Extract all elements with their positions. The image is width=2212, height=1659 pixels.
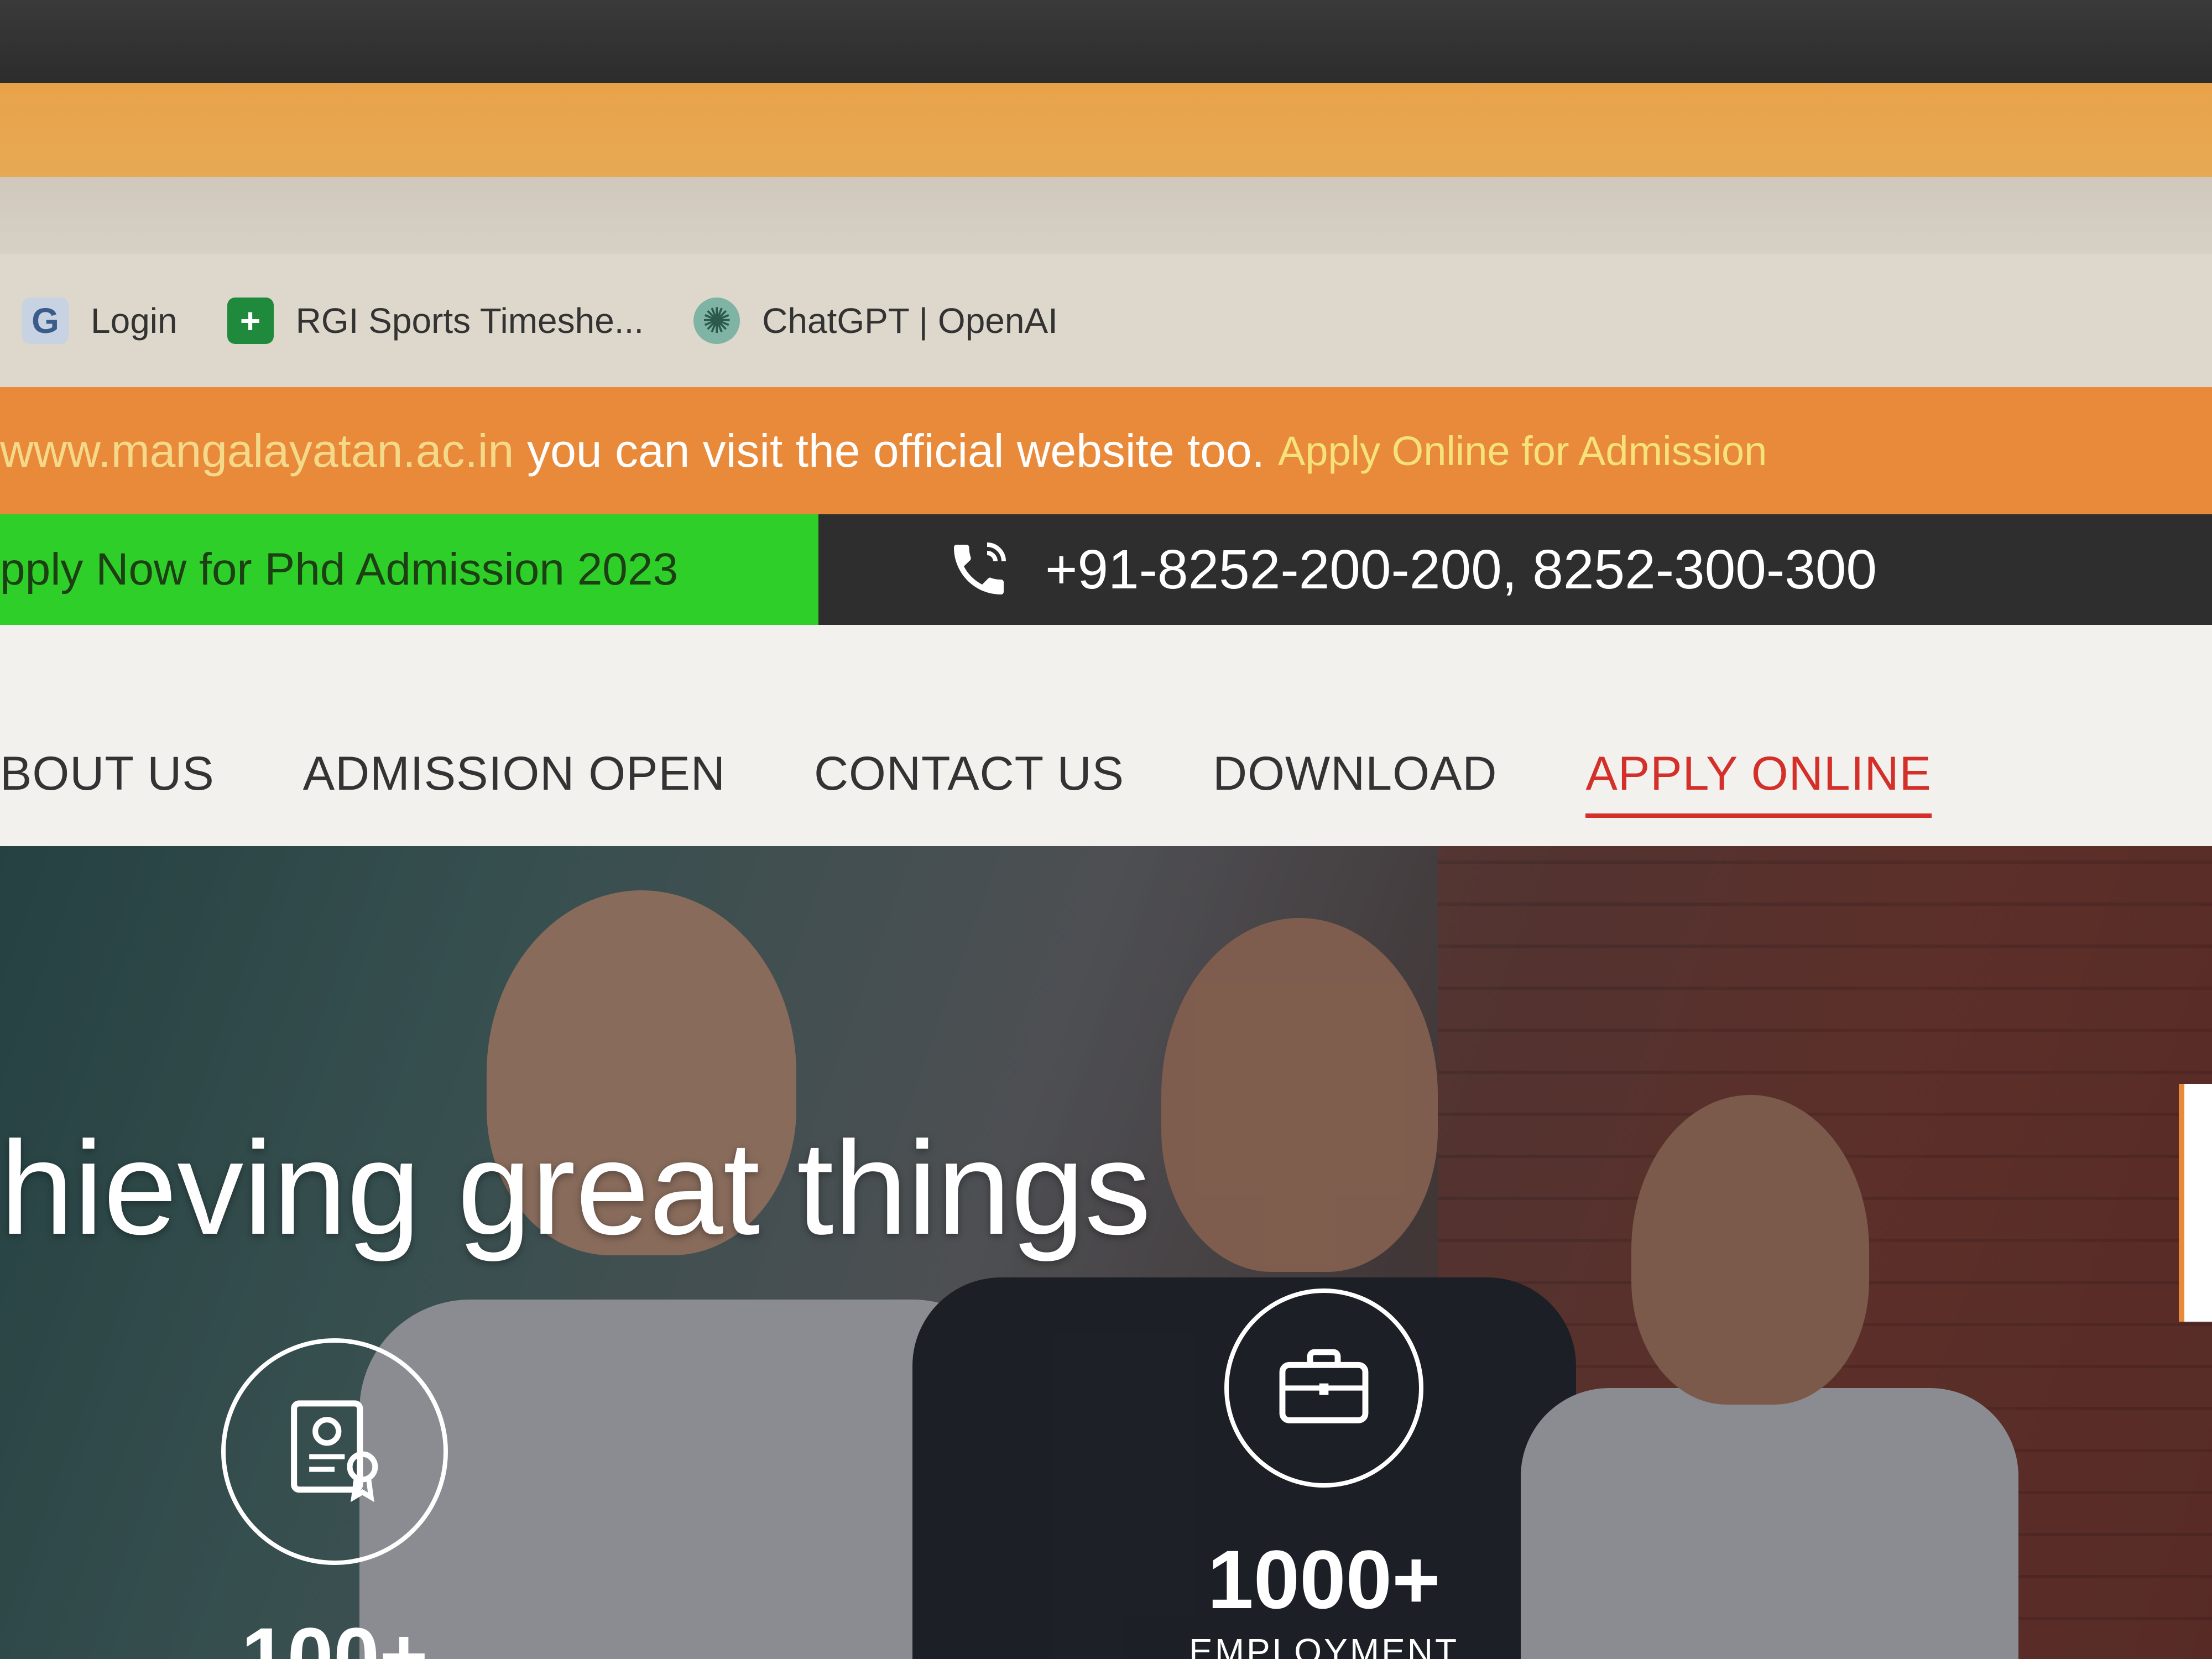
bookmark-label: ChatGPT | OpenAI — [762, 301, 1058, 341]
browser-tabstrip — [0, 83, 2212, 177]
certificate-icon — [291, 1400, 378, 1503]
nav-download[interactable]: DOWNLOAD — [1213, 747, 1497, 818]
side-enquiry-tab[interactable] — [2179, 1084, 2212, 1322]
nav-admission-open[interactable]: ADMISSION OPEN — [303, 747, 726, 818]
phone-icon — [954, 542, 1006, 594]
briefcase-icon — [1279, 1349, 1369, 1423]
official-url-link[interactable]: www.mangalayatan.ac.in — [0, 424, 514, 478]
nav-contact-us[interactable]: CONTACT US — [814, 747, 1124, 818]
bookmark-label: RGI Sports Timeshe... — [295, 301, 644, 341]
monitor-bezel — [0, 0, 2212, 83]
bookmark-label: Login — [91, 301, 178, 341]
phone-number[interactable]: +91-8252-200-200, 8252-300-300 — [1045, 538, 1877, 602]
phd-admission-banner[interactable]: pply Now for Phd Admission 2023 — [0, 514, 818, 625]
login-favicon-icon: G — [22, 298, 69, 344]
bookmark-rgi-sports[interactable]: + RGI Sports Timeshe... — [227, 298, 644, 344]
stat-value: 100+ — [241, 1610, 428, 1659]
nav-about-us[interactable]: BOUT US — [0, 747, 215, 818]
main-navigation-bar: BOUT US ADMISSION OPEN CONTACT US DOWNLO… — [0, 625, 2212, 846]
bookmark-login[interactable]: G Login — [22, 298, 178, 344]
notice-text: you can visit the official website too. — [527, 424, 1265, 477]
stat-circle — [221, 1338, 448, 1565]
phone-contact: +91-8252-200-200, 8252-300-300 — [946, 536, 1877, 603]
sheets-icon: + — [227, 298, 274, 344]
bookmark-chatgpt[interactable]: ✺ ChatGPT | OpenAI — [693, 298, 1058, 344]
stat-programs: 100+ — [221, 1338, 448, 1659]
hero-banner: hieving great things 100+ 1000+ EMPLOYME… — [0, 846, 2212, 1659]
bookmarks-bar: G Login + RGI Sports Timeshe... ✺ ChatGP… — [0, 254, 2212, 387]
apply-online-admission-link[interactable]: Apply Online for Admission — [1278, 427, 1767, 474]
stat-label: EMPLOYMENT — [1189, 1631, 1459, 1659]
phd-admission-text: pply Now for Phd Admission 2023 — [0, 544, 679, 594]
nav-apply-online[interactable]: APPLY ONLINE — [1585, 747, 1932, 818]
main-nav: BOUT US ADMISSION OPEN CONTACT US DOWNLO… — [0, 747, 1932, 818]
openai-icon: ✺ — [693, 298, 740, 344]
hero-headline: hieving great things — [0, 1114, 1151, 1262]
stat-employment: 1000+ EMPLOYMENT — [1189, 1288, 1459, 1659]
browser-address-area — [0, 177, 2212, 254]
notice-ticker: www.mangalayatan.ac.in you can visit the… — [0, 387, 2212, 514]
top-contact-bar: pply Now for Phd Admission 2023 +91-8252… — [0, 514, 2212, 625]
stat-value: 1000+ — [1207, 1533, 1441, 1626]
stat-circle — [1224, 1288, 1424, 1488]
